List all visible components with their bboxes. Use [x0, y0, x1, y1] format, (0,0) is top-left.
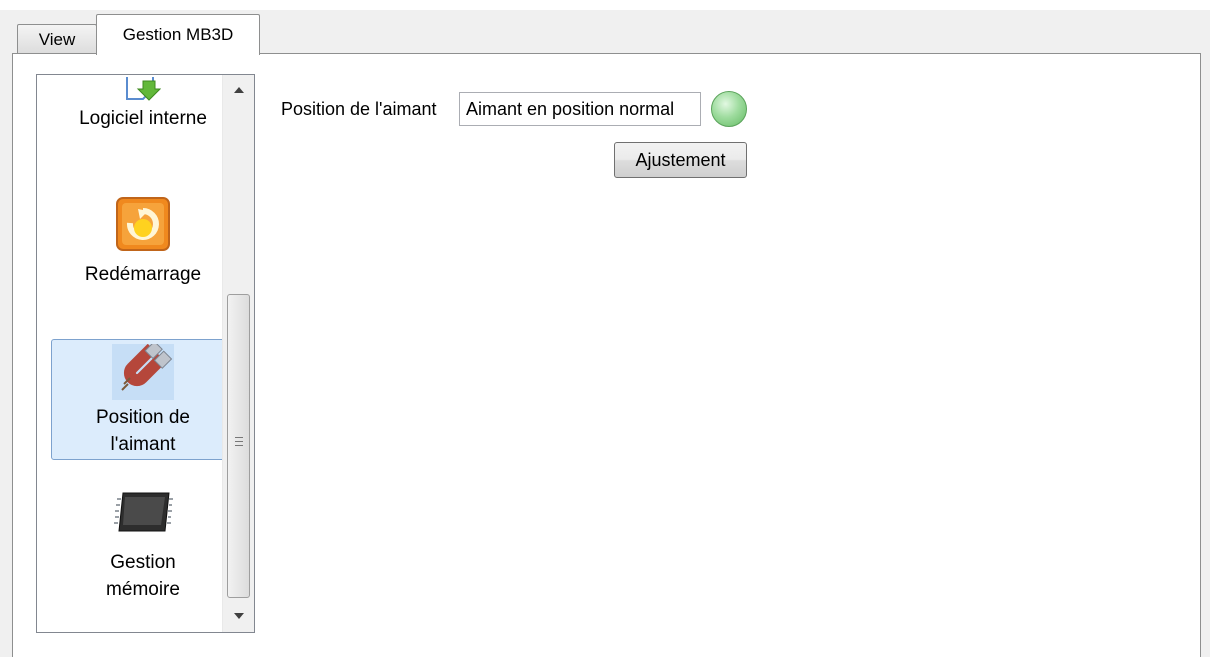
adjust-button[interactable]: Ajustement: [614, 142, 747, 178]
magnet-position-field[interactable]: Aimant en position normal: [459, 92, 701, 126]
restart-icon: [116, 197, 170, 259]
memory-chip-icon: [113, 489, 173, 543]
sidebar-item-gestion-memoire[interactable]: Gestion mémoire: [51, 485, 235, 610]
scroll-down-arrow-icon[interactable]: [223, 605, 254, 627]
sidebar-list[interactable]: Logiciel interne Redémarrage Position de: [36, 74, 255, 633]
tab-bar: View Gestion MB3D: [0, 10, 1210, 55]
sidebar-item-label-line1: Position de: [95, 407, 190, 428]
sidebar-item-position-aimant[interactable]: Position de l'aimant: [51, 339, 235, 460]
magnet-icon: [112, 340, 174, 400]
tab-gestion-mb3d[interactable]: Gestion MB3D: [96, 14, 260, 55]
sidebar-item-label: Redémarrage: [84, 264, 202, 285]
status-indicator-icon: [711, 91, 747, 127]
magnet-position-label: Position de l'aimant: [281, 99, 437, 119]
sidebar-item-label-line2: mémoire: [106, 579, 180, 600]
sidebar-item-logiciel-interne[interactable]: Logiciel interne: [51, 75, 235, 145]
scroll-up-arrow-icon[interactable]: [223, 79, 254, 101]
sidebar-scrollbar[interactable]: [222, 75, 254, 632]
tab-view[interactable]: View: [17, 24, 97, 54]
window-top-strip: [0, 0, 1210, 10]
sidebar-item-label: Logiciel interne: [79, 108, 207, 129]
scrollbar-thumb[interactable]: [227, 294, 250, 598]
grip-icon: [235, 437, 243, 449]
sidebar-item-label-line1: Gestion: [110, 552, 176, 573]
sidebar-item-label-line2: l'aimant: [110, 434, 176, 455]
sidebar-item-redemarrage[interactable]: Redémarrage: [51, 193, 235, 293]
